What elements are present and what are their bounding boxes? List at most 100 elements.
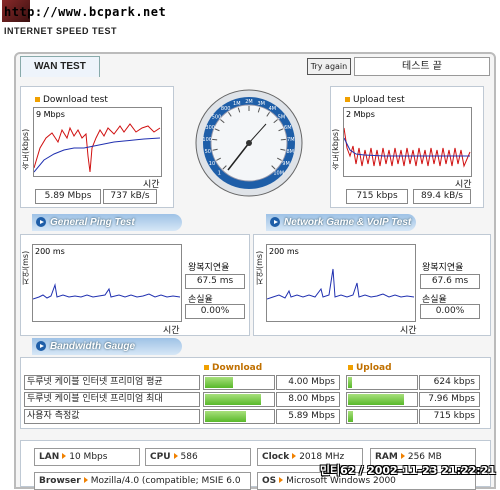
voip-section-header: Network Game & VoIP Test	[266, 214, 416, 231]
bullet-icon	[204, 365, 209, 370]
download-title-text: Download test	[43, 95, 108, 105]
download-average-line	[34, 138, 160, 172]
lan-value: 10 Mbps	[69, 452, 107, 462]
voip-scale: 200 ms	[269, 247, 299, 256]
bandwidth-row-name: 사용자 측정값	[24, 409, 200, 424]
bandwidth-title: Bandwidth Gauge	[50, 341, 135, 352]
download-kbs: 737 kB/s	[103, 189, 157, 204]
triangle-right-icon	[292, 453, 296, 459]
ram-label: RAM	[375, 452, 398, 462]
triangle-right-icon	[84, 477, 88, 483]
arrow-right-icon	[36, 341, 46, 351]
ping-latency-line	[33, 285, 180, 299]
gauge-tick-label: 1	[218, 171, 221, 177]
download-chart: 9 Mbps	[33, 107, 162, 177]
gauge-tick-label: 5M	[278, 114, 286, 120]
gauge-tick-label: 50	[205, 149, 211, 155]
gauge-tick-label: 100	[202, 137, 212, 143]
bandwidth-download-heading: Download	[204, 363, 262, 373]
browser-info: BrowserMozilla/4.0 (compatible; MSIE 6.0	[34, 472, 251, 490]
bullet-icon	[345, 97, 350, 102]
gauge-tick-label: 500	[212, 114, 222, 120]
ping-title: General Ping Test	[50, 217, 135, 228]
bandwidth-section-header: Bandwidth Gauge	[32, 338, 182, 355]
clock-label: Clock	[262, 452, 289, 462]
gauge-tick-label: 3M	[257, 101, 265, 107]
ram-value: 256 MB	[408, 452, 442, 462]
download-title: Download test	[35, 95, 108, 105]
ping-loss-value: 0.00%	[185, 304, 245, 319]
gauge-tick-label: 300	[205, 125, 215, 131]
lan-info: LAN 10 Mbps	[34, 448, 140, 466]
voip-latency-line	[267, 269, 414, 299]
bandwidth-upload-heading: Upload	[348, 363, 392, 373]
speed-gauge: 110501003005008001M2M3M4M5M6M7M8M9M10M	[194, 88, 304, 198]
bullet-icon	[35, 97, 40, 102]
ping-latency-value: 67.5 ms	[185, 274, 245, 289]
cpu-info: CPU 586	[145, 448, 251, 466]
bandwidth-upload-value: 715 kbps	[419, 409, 480, 424]
voip-latency-value: 67.6 ms	[420, 274, 480, 289]
gauge-tick-label: 10	[209, 161, 215, 167]
upload-y-label: 속도(kbps)	[330, 110, 341, 170]
bandwidth-upload-fill	[348, 411, 353, 422]
ping-section-header: General Ping Test	[32, 214, 182, 231]
arrow-right-icon	[270, 217, 280, 227]
bandwidth-upload-label: Upload	[356, 363, 392, 373]
bandwidth-download-value: 8.00 Mbps	[276, 392, 340, 407]
upload-kbps: 715 kbps	[346, 189, 408, 204]
bandwidth-upload-fill	[348, 394, 404, 405]
upload-average-line	[344, 138, 470, 156]
app-subtitle: INTERNET SPEED TEST	[4, 26, 117, 36]
gauge-tick-label: 2M	[245, 99, 253, 105]
cpu-label: CPU	[150, 452, 171, 462]
upload-kbs: 89.4 kB/s	[413, 189, 471, 204]
bandwidth-upload-bar	[346, 392, 418, 407]
triangle-right-icon	[174, 453, 178, 459]
voip-x-label: 시간	[400, 323, 417, 336]
lan-label: LAN	[39, 452, 59, 462]
gauge-tick-label: 7M	[287, 137, 295, 143]
upload-title-text: Upload test	[353, 95, 405, 105]
gauge-tick-label: 4M	[269, 106, 277, 112]
header: http://www.bcpark.net INTERNET SPEED TES…	[0, 0, 500, 40]
ping-y-label: 지연(ms)	[20, 245, 31, 285]
bandwidth-upload-bar	[346, 409, 418, 424]
bandwidth-row-name: 두루넷 케이블 인터넷 프리미엄 최대	[24, 392, 200, 407]
bandwidth-download-bar	[203, 392, 275, 407]
ping-x-label: 시간	[163, 323, 180, 336]
capture-timestamp: 민티62 / 2002-11-23 21:22:21	[320, 462, 496, 478]
bandwidth-row-name: 두루넷 케이블 인터넷 프리미엄 평균	[24, 375, 200, 390]
voip-y-label: 지연(ms)	[254, 245, 265, 285]
gauge-tick-label: 10M	[273, 171, 284, 177]
bandwidth-download-value: 4.00 Mbps	[276, 375, 340, 390]
bandwidth-upload-value: 7.96 Mbps	[419, 392, 480, 407]
cpu-value: 586	[181, 452, 198, 462]
gauge-tick-label: 9M	[282, 161, 290, 167]
download-mbps: 5.89 Mbps	[35, 189, 101, 204]
clock-value: 2018 MHz	[299, 452, 344, 462]
triangle-right-icon	[279, 477, 283, 483]
voip-latency-label: 왕복지연율	[422, 260, 463, 273]
download-y-label: 속도(kbps)	[20, 110, 31, 170]
upload-title: Upload test	[345, 95, 405, 105]
bandwidth-download-bar	[203, 409, 275, 424]
site-url: http://www.bcpark.net	[4, 5, 166, 19]
bandwidth-download-bar	[203, 375, 275, 390]
bandwidth-download-fill	[205, 377, 233, 388]
bullet-icon	[348, 365, 353, 370]
gauge-hub	[246, 140, 252, 146]
bandwidth-download-label: Download	[212, 363, 262, 373]
bandwidth-upload-fill	[348, 377, 352, 388]
bandwidth-download-fill	[205, 394, 261, 405]
triangle-right-icon	[62, 453, 66, 459]
triangle-right-icon	[401, 453, 405, 459]
upload-scale: 2 Mbps	[346, 110, 375, 119]
gauge-tick-label: 1M	[233, 101, 241, 107]
gauge-tick-label: 8M	[286, 149, 294, 155]
tab-wan-test[interactable]: WAN TEST	[20, 56, 100, 77]
voip-title: Network Game & VoIP Test	[284, 217, 411, 228]
try-again-button[interactable]: Try again	[307, 58, 351, 75]
bandwidth-download-value: 5.89 Mbps	[276, 409, 340, 424]
ping-chart: 200 ms	[32, 244, 182, 322]
